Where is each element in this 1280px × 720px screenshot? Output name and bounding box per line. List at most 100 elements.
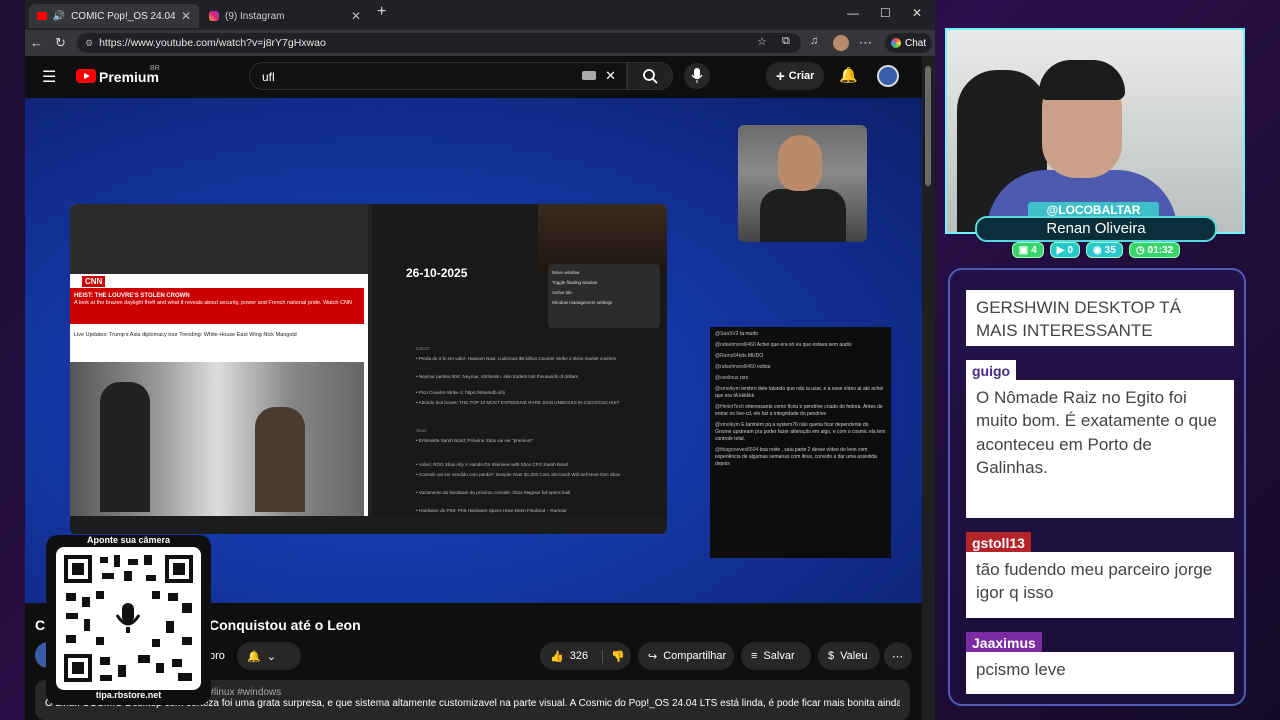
share-icon: ↪ (648, 650, 658, 663)
keyboard-icon[interactable] (582, 71, 596, 80)
cnn-browser-chrome (70, 204, 368, 274)
tab-instagram[interactable]: (9) Instagram ✕ (201, 4, 369, 28)
notifications-bell-icon[interactable]: 🔔 (839, 66, 858, 84)
video-player[interactable]: CNN HEIST: THE LOUVRE'S STOLEN CROWN A l… (25, 98, 922, 603)
more-icon: ⋯ (892, 650, 903, 663)
chat-username: Jaaximus (966, 632, 1042, 654)
menu-item: Window management settings (552, 299, 613, 305)
thanks-label: Valeu (840, 650, 868, 662)
tab-title: COMIC Pop!_OS 24.04 LTS Co (71, 10, 175, 22)
chat-line: @ceelinux rsrs (715, 375, 749, 381)
viewers-badge: ◉ 35 (1086, 242, 1123, 258)
desktop-taskbar (70, 516, 667, 534)
close-window-button[interactable]: ✕ (912, 6, 922, 20)
minimize-button[interactable]: — (847, 6, 859, 20)
cnn-subline: A look at the brazen daylight theft and … (74, 300, 352, 307)
chat-message: GERSHWIN DESKTOP TÁ MAIS INTERESSANTE (966, 290, 1234, 346)
chat-message: tão fudendo meu parceiro jorge igor q is… (966, 552, 1234, 618)
notes-line: • Perda de 3 bi em valor: Haasom Naw: Lu… (416, 356, 616, 361)
close-icon[interactable]: ✕ (181, 9, 191, 23)
cnn-window: CNN HEIST: THE LOUVRE'S STOLEN CROWN A l… (70, 204, 368, 516)
cnn-headline: HEIST: THE LOUVRE'S STOLEN CROWN (74, 293, 190, 299)
search-button[interactable] (627, 62, 673, 90)
chat-count-badge: ▣ 4 (1011, 242, 1044, 258)
maximize-button[interactable]: ☐ (880, 6, 891, 20)
stream-chat-panel: GERSHWIN DESKTOP TÁ MAIS INTERESSANTE gu… (948, 268, 1246, 706)
plus-icon: + (776, 67, 785, 85)
streamer-name-card: @LOCOBALTAR Renan Oliveira ▣ 4 ▶ 0 ◉ 35 ◷ 01… (975, 202, 1217, 258)
hamburger-menu-icon[interactable]: ☰ (42, 67, 56, 87)
youtube-icon: ▶ (1056, 244, 1065, 256)
media-icon[interactable]: ♫ (810, 35, 818, 47)
new-tab-button[interactable]: + (377, 3, 386, 21)
star-icon[interactable]: ☆ (757, 35, 767, 48)
chat-line: @Ramz64bits MUDO (715, 353, 764, 359)
stream-time-badge: ◷ 01:32 (1128, 242, 1181, 258)
chat-button[interactable]: Chat (885, 33, 933, 53)
thumbs-down-icon[interactable]: 👎 (602, 649, 625, 663)
profile-avatar[interactable] (833, 35, 849, 51)
like-button[interactable]: 👍 326 👎 (540, 642, 631, 670)
guest-webcam (738, 125, 867, 242)
save-label: Salvar (763, 650, 795, 662)
youtube-live-chat: @SaaSV2 ta mudo @rafaelmorelli460 Achei … (710, 327, 891, 558)
youtube-logo-icon[interactable] (76, 69, 96, 83)
chat-message: O Nômade Raiz no Egito foi muito bom. É … (966, 380, 1234, 518)
stream-scene: { "browser": { "tabs": [ {"title": "COMI… (0, 0, 1280, 720)
notes-line: • Console vai ser vendido com perda?: De… (416, 472, 621, 477)
chat-message: pcismo leve (966, 652, 1234, 694)
more-menu-icon[interactable]: ⋯ (859, 35, 872, 51)
qr-code (56, 547, 201, 690)
create-button[interactable]: + Criar (766, 62, 825, 90)
youtube-header: ☰ Premium BR ufl ✕ + Criar 🔔 (25, 56, 922, 98)
notes-line: • Abrindo loot boxes: THE TOP 10 MOST EX… (416, 400, 620, 405)
speaker-icon[interactable]: 🔊 (53, 11, 65, 22)
close-icon[interactable]: ✕ (351, 9, 361, 23)
qr-overlay: Aponte sua câmera tipa.rbstore.net (46, 535, 211, 705)
tab-bar: 🔊 COMIC Pop!_OS 24.04 LTS Co ✕ (9) Insta… (25, 0, 935, 30)
save-button[interactable]: ≡ Salvar (741, 642, 811, 670)
clock-icon: ◷ (1135, 244, 1145, 256)
share-label: Compartilhar (663, 650, 727, 662)
copilot-icon (891, 38, 901, 48)
page-scrollbar[interactable] (922, 56, 935, 720)
reload-button[interactable]: ↻ (55, 35, 66, 51)
tab-title: (9) Instagram (225, 10, 285, 22)
address-bar[interactable]: ⚙ https://www.youtube.com/watch?v=j8rY7g… (77, 33, 801, 53)
chevron-down-icon: ⌄ (266, 650, 276, 663)
youtube-count-badge: ▶ 0 (1049, 242, 1081, 258)
tab-youtube[interactable]: 🔊 COMIC Pop!_OS 24.04 LTS Co ✕ (29, 4, 199, 28)
chat-bubble-icon: ▣ (1018, 244, 1029, 256)
region-code: BR (150, 65, 160, 72)
share-button[interactable]: ↪ Compartilhar (638, 642, 734, 670)
thanks-button[interactable]: $ Valeu (818, 642, 880, 670)
more-actions-button[interactable]: ⋯ (884, 642, 912, 670)
viewers-icon: ◉ (1093, 244, 1102, 256)
chat-line: @rafaelmorelli460 voltou (715, 364, 771, 370)
voice-search-button[interactable] (684, 63, 710, 89)
scrollbar-thumb[interactable] (925, 66, 931, 186)
subscribe-button[interactable]: bro (209, 650, 225, 662)
chat-line: @thiagoneves6504 boa noite , saiu parte … (715, 447, 877, 467)
chat-line: @HeitorTech interessante como ficou o pe… (715, 404, 883, 417)
menu-item: Toggle floating window (552, 279, 598, 285)
chat-label: Chat (905, 37, 927, 49)
extensions-icon[interactable]: ⧉ (782, 35, 790, 48)
site-info-icon[interactable]: ⚙ (85, 38, 93, 49)
clear-search-icon[interactable]: ✕ (605, 68, 616, 84)
context-menu: Move window Toggle floating window Activ… (548, 264, 660, 328)
search-value: ufl (262, 70, 275, 84)
address-bar-row: ← ↻ ⚙ https://www.youtube.com/watch?v=j8… (25, 30, 935, 56)
back-button[interactable]: ← (30, 35, 43, 50)
notes-line: • Hardware do PS6: PS6 Hardware Specs Ha… (416, 508, 567, 513)
like-count: 326 (569, 650, 589, 662)
account-avatar[interactable] (877, 65, 899, 87)
search-input[interactable]: ufl ✕ (249, 62, 627, 90)
thumbs-up-icon: 👍 (550, 650, 564, 663)
mic-icon (691, 68, 703, 83)
menu-item: Active tab (552, 289, 572, 295)
streamer-name: Renan Oliveira (975, 216, 1217, 242)
notes-line: • Entrevista Sarah Bond: Próximo Xbox va… (416, 438, 534, 443)
subscription-bell-button[interactable]: 🔔 ⌄ (237, 642, 301, 670)
chat-line: @rafaelmorelli460 Achei que era só eu qu… (715, 342, 852, 348)
